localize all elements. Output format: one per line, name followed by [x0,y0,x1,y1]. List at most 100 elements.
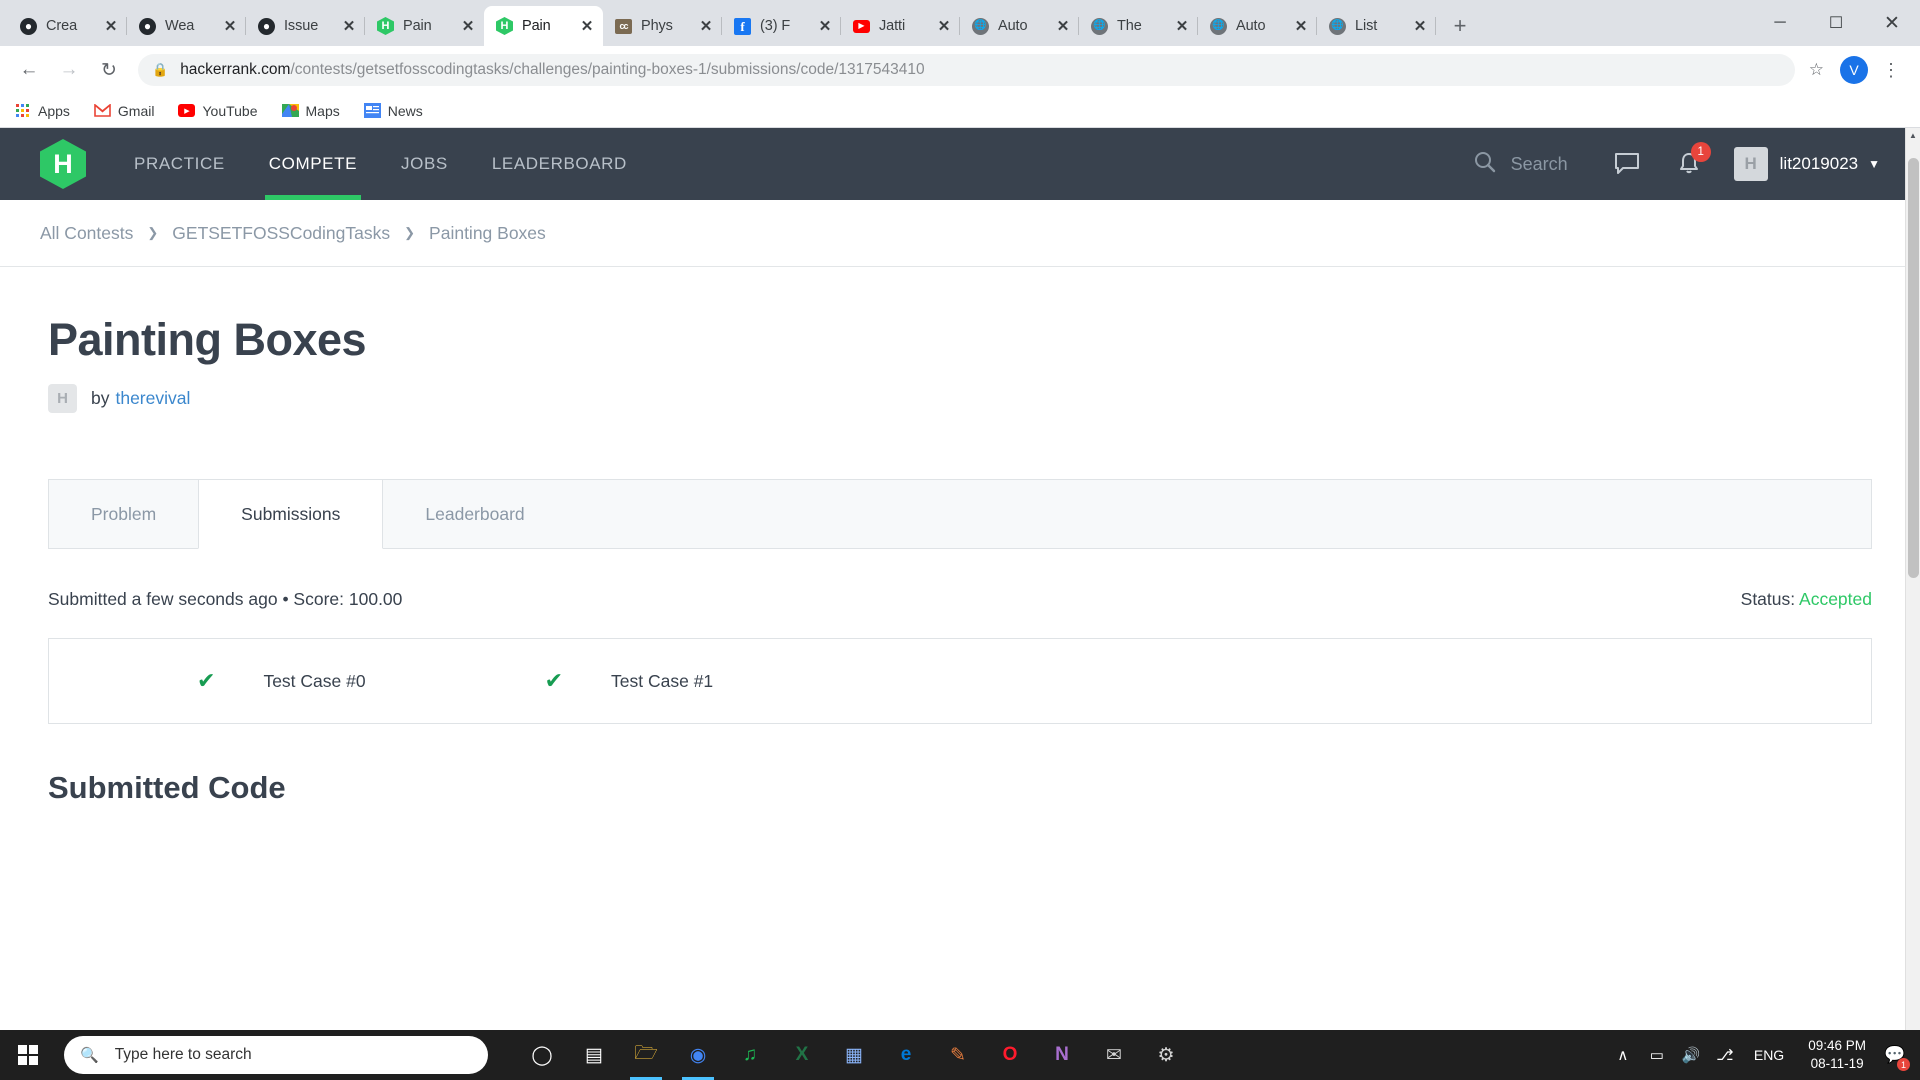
hackerrank-logo-icon[interactable]: H [40,139,86,189]
browser-tab-active[interactable]: H Pain ✕ [484,6,603,46]
tab-title: Auto [998,18,1028,34]
edge-icon[interactable]: e [880,1030,932,1080]
close-button[interactable]: ✕ [1864,0,1920,46]
address-bar[interactable]: 🔒 hackerrank.com/contests/getsetfosscodi… [138,54,1795,86]
bookmark-apps[interactable]: Apps [14,102,70,119]
bookmark-label: YouTube [202,102,258,119]
page-viewport: H PRACTICE COMPETE JOBS LEADERBOARD Sear… [0,128,1920,1030]
tab-close-icon[interactable]: ✕ [815,16,835,36]
back-icon[interactable]: ← [12,53,46,87]
browser-tab[interactable]: 🌐 List ✕ [1317,6,1436,46]
tab-title: Pain [522,18,551,34]
tab-leaderboard[interactable]: Leaderboard [383,480,566,548]
scroll-up-icon[interactable]: ▲ [1906,128,1920,143]
tab-close-icon[interactable]: ✕ [1172,16,1192,36]
bookmark-label: Apps [38,102,70,119]
messages-icon[interactable] [1610,147,1644,181]
chevron-down-icon[interactable]: ▼ [1868,157,1880,171]
tab-close-icon[interactable]: ✕ [458,16,478,36]
globe-icon: 🌐 [972,17,989,35]
language-indicator[interactable]: ENG [1742,1047,1796,1063]
tab-close-icon[interactable]: ✕ [339,16,359,36]
bookmark-maps[interactable]: Maps [281,102,340,119]
tab-close-icon[interactable]: ✕ [1410,16,1430,36]
bookmark-label: Maps [305,102,340,119]
tab-title: Wea [165,18,195,34]
nav-link-leaderboard[interactable]: LEADERBOARD [488,128,631,200]
username-label[interactable]: lit2019023 [1780,154,1858,174]
bookmark-news[interactable]: News [363,102,423,119]
new-tab-button[interactable]: + [1442,8,1478,44]
page-scrollbar[interactable]: ▲ [1905,128,1920,1030]
tab-close-icon[interactable]: ✕ [1291,16,1311,36]
forward-icon[interactable]: → [52,53,86,87]
excel-icon[interactable]: X [776,1030,828,1080]
task-view-icon[interactable]: ▤ [568,1030,620,1080]
browser-tab[interactable]: ● Crea ✕ [8,6,127,46]
network-icon[interactable]: ⎇ [1708,1030,1742,1080]
browser-tab[interactable]: ● Issue ✕ [246,6,365,46]
tab-close-icon[interactable]: ✕ [577,16,597,36]
nav-link-practice[interactable]: PRACTICE [130,128,229,200]
start-button[interactable] [0,1030,56,1080]
nav-link-compete[interactable]: COMPETE [264,128,362,200]
browser-tab[interactable]: 🌐 The ✕ [1079,6,1198,46]
action-center-icon[interactable]: 💬 1 [1878,1030,1912,1080]
cortana-icon[interactable]: ◯ [516,1030,568,1080]
tab-title: Jatti [879,18,906,34]
bookmarks-bar: Apps Gmail ▶ YouTube Maps News [0,94,1920,128]
photos-icon[interactable]: ▦ [828,1030,880,1080]
test-case-item[interactable]: ✔ Test Case #0 [197,668,366,694]
tab-close-icon[interactable]: ✕ [101,16,121,36]
spotify-icon[interactable]: ♫ [724,1030,776,1080]
site-search[interactable]: Search [1473,150,1568,179]
breadcrumb-all-contests[interactable]: All Contests [40,223,133,244]
bookmark-youtube[interactable]: ▶ YouTube [178,102,258,119]
settings-icon[interactable]: ⚙ [1140,1030,1192,1080]
browser-tab[interactable]: H Pain ✕ [365,6,484,46]
notifications-icon[interactable]: 1 [1672,142,1711,181]
author-by-label: by [91,388,110,408]
browser-tab[interactable]: f (3) F ✕ [722,6,841,46]
tab-close-icon[interactable]: ✕ [1053,16,1073,36]
browser-tab[interactable]: 🌐 Auto ✕ [960,6,1079,46]
paint-icon[interactable]: ✎ [932,1030,984,1080]
show-hidden-icons[interactable]: ∧ [1606,1030,1640,1080]
onenote-icon[interactable]: N [1036,1030,1088,1080]
browser-menu-icon[interactable]: ⋮ [1874,60,1908,81]
facebook-icon: f [734,17,751,35]
tab-close-icon[interactable]: ✕ [696,16,716,36]
clock[interactable]: 09:46 PM 08-11-19 [1796,1037,1878,1073]
taskbar-search-input[interactable]: 🔍 Type here to search [64,1036,488,1074]
page-title: Painting Boxes [48,314,367,365]
browser-tab[interactable]: 🌐 Auto ✕ [1198,6,1317,46]
tab-problem[interactable]: Problem [49,480,198,548]
volume-icon[interactable]: 🔊 [1674,1030,1708,1080]
profile-avatar[interactable]: V [1840,56,1868,84]
browser-tab[interactable]: cc Phys ✕ [603,6,722,46]
test-case-item[interactable]: ✔ Test Case #1 [545,668,714,694]
reload-icon[interactable]: ↻ [92,53,126,87]
system-tray: ∧ ▭ 🔊 ⎇ ENG 09:46 PM 08-11-19 💬 1 [1606,1030,1920,1080]
tab-close-icon[interactable]: ✕ [220,16,240,36]
opera-icon[interactable]: O [984,1030,1036,1080]
chrome-icon[interactable]: ◉ [672,1030,724,1080]
bookmark-gmail[interactable]: Gmail [94,102,154,119]
browser-tab[interactable]: ● Wea ✕ [127,6,246,46]
file-explorer-icon[interactable]: 🗁 [620,1030,672,1080]
minimize-button[interactable]: ─ [1752,0,1808,46]
breadcrumb: All Contests ❯ GETSETFOSSCodingTasks ❯ P… [0,200,1920,267]
author-link[interactable]: therevival [115,388,190,409]
scrollbar-thumb[interactable] [1908,158,1919,578]
breadcrumb-contest[interactable]: GETSETFOSSCodingTasks [172,223,390,244]
submitted-text: Submitted a few seconds ago • Score: 100… [48,589,403,609]
maximize-button[interactable]: ☐ [1808,0,1864,46]
tab-submissions[interactable]: Submissions [198,480,384,549]
bookmark-star-icon[interactable]: ☆ [1803,60,1830,80]
user-avatar[interactable]: H [1733,147,1768,181]
browser-tab[interactable]: ▶ Jatti ✕ [841,6,960,46]
battery-icon[interactable]: ▭ [1640,1030,1674,1080]
nav-link-jobs[interactable]: JOBS [397,128,452,200]
tab-close-icon[interactable]: ✕ [934,16,954,36]
mail-icon[interactable]: ✉ [1088,1030,1140,1080]
